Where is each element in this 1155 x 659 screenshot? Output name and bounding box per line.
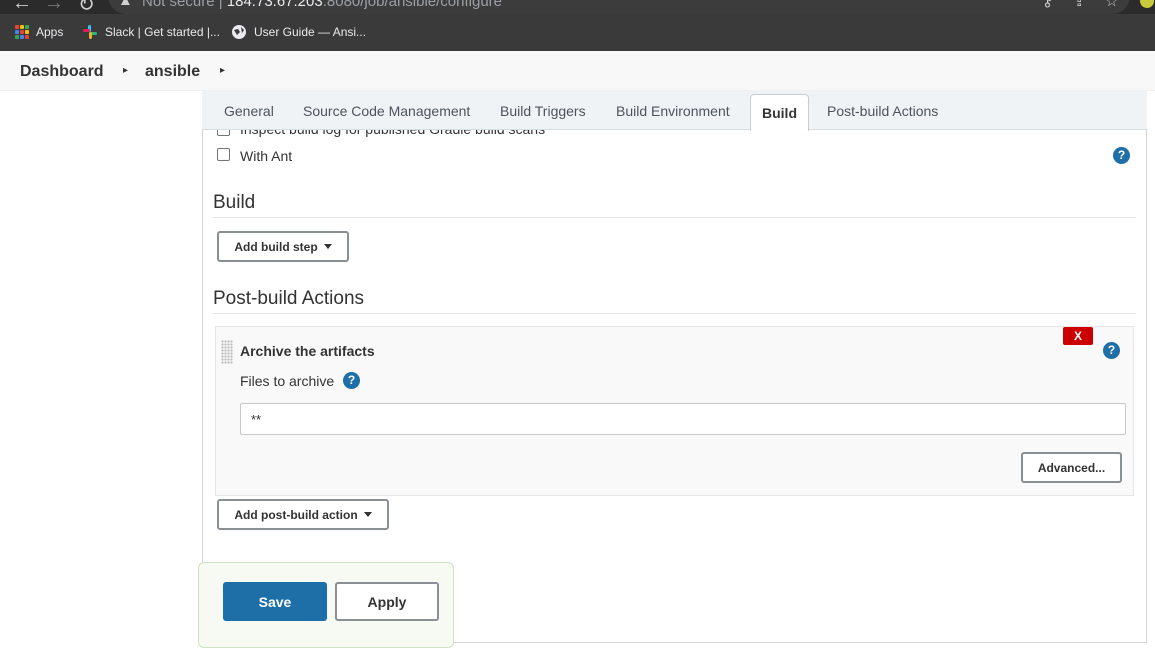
bookmark-slack[interactable]: Slack | Get started |... (82, 23, 220, 41)
divider (213, 313, 1136, 314)
build-section-title: Build (213, 192, 256, 213)
url-text[interactable]: Not secure | 184.73.67.203:8080/job/ansi… (142, 0, 502, 10)
save-button[interactable]: Save (223, 582, 327, 621)
advanced-button[interactable]: Advanced... (1021, 452, 1122, 483)
back-icon[interactable]: ← (12, 0, 32, 14)
apps-grid-icon (15, 25, 29, 39)
with-ant-label: With Ant (240, 148, 293, 164)
breadcrumb-ansible[interactable]: ansible (145, 63, 200, 81)
drag-handle-icon[interactable] (221, 340, 233, 364)
reload-icon[interactable]: ↻ (78, 0, 95, 14)
star-icon[interactable]: ☆ (1105, 0, 1118, 10)
globe-icon (232, 25, 246, 39)
tab-source-code-management[interactable]: Source Code Management (303, 103, 470, 119)
share-icon[interactable]: ⇪ (1073, 0, 1086, 10)
warning-icon[interactable]: ▲ (118, 0, 133, 9)
with-ant-checkbox[interactable] (217, 148, 230, 161)
tab-build-environment[interactable]: Build Environment (616, 103, 730, 119)
browser-toolbar: ← → ↻ ▲ Not secure | 184.73.67.203:8080/… (0, 0, 1155, 14)
slack-icon (83, 25, 97, 39)
add-post-build-action-label: Add post-build action (234, 507, 358, 522)
advanced-label: Advanced... (1037, 460, 1106, 475)
caret-down-icon (363, 512, 372, 517)
profile-avatar[interactable] (1140, 0, 1154, 8)
tab-build[interactable]: Build (750, 94, 809, 131)
config-tabs: General Source Code Management Build Tri… (202, 91, 1147, 131)
files-to-archive-label: Files to archive (240, 373, 335, 389)
breadcrumb: Dashboard ▸ ansible ▸ (0, 51, 1155, 91)
bookmark-label: User Guide — Ansi... (254, 25, 367, 39)
breadcrumb-arrow-icon[interactable]: ▸ (220, 65, 225, 76)
bookmark-label: Apps (36, 25, 64, 39)
help-icon[interactable]: ? (343, 372, 360, 389)
caret-down-icon (323, 244, 332, 249)
tab-general[interactable]: General (224, 103, 274, 119)
archive-artifacts-title: Archive the artifacts (240, 343, 375, 359)
divider (213, 217, 1136, 218)
key-icon[interactable]: ⚷ (1042, 0, 1053, 10)
breadcrumb-dashboard[interactable]: Dashboard (20, 63, 104, 81)
bookmark-label: Slack | Get started |... (105, 25, 220, 39)
bookmark-user-guide[interactable]: User Guide — Ansi... (231, 23, 366, 41)
help-icon[interactable]: ? (1113, 147, 1130, 164)
breadcrumb-arrow-icon[interactable]: ▸ (123, 65, 128, 76)
files-to-archive-input[interactable] (240, 403, 1126, 435)
post-build-section-title: Post-build Actions (213, 288, 365, 309)
tab-build-triggers[interactable]: Build Triggers (500, 103, 586, 119)
apply-button[interactable]: Apply (335, 582, 439, 621)
add-build-step-label: Add build step (234, 239, 318, 254)
forward-icon[interactable]: → (44, 0, 64, 14)
add-build-step-button[interactable]: Add build step (217, 231, 349, 262)
delete-step-button[interactable]: X (1063, 327, 1093, 345)
help-icon[interactable]: ? (1103, 342, 1120, 359)
add-post-build-action-button[interactable]: Add post-build action (217, 499, 389, 530)
bookmarks-bar: Apps Slack | Get started |... User Guide… (0, 14, 1155, 51)
bookmark-apps[interactable]: Apps (15, 23, 63, 41)
tab-post-build-actions[interactable]: Post-build Actions (827, 103, 938, 119)
